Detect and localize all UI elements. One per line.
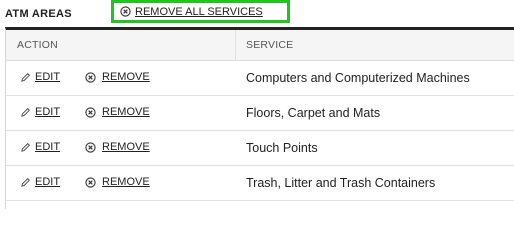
remove-label: REMOVE — [102, 176, 150, 188]
edit-label: EDIT — [35, 141, 61, 153]
service-name: Trash, Litter and Trash Containers — [246, 176, 436, 190]
edit-button[interactable]: EDIT — [20, 141, 60, 153]
pencil-icon — [21, 142, 30, 152]
edit-button[interactable]: EDIT — [20, 106, 60, 118]
edit-label: EDIT — [35, 176, 61, 188]
service-name: Computers and Computerized Machines — [246, 71, 470, 85]
remove-label: REMOVE — [102, 141, 150, 153]
table-row: EDIT REMOVE Trash, Litter and Trash Cont… — [6, 166, 514, 201]
edit-label: EDIT — [35, 71, 61, 83]
remove-button[interactable]: REMOVE — [85, 106, 150, 118]
edit-button[interactable]: EDIT — [20, 71, 60, 83]
column-divider — [235, 30, 236, 60]
table-header: ACTION SERVICE — [6, 30, 514, 61]
close-circle-icon — [85, 141, 96, 153]
close-circle-icon — [85, 106, 96, 118]
remove-all-services-label: REMOVE ALL SERVICES — [135, 5, 263, 18]
edit-label: EDIT — [35, 106, 61, 118]
table-row: EDIT REMOVE Floors, Carpet and Mats — [6, 96, 514, 131]
remove-button[interactable]: REMOVE — [85, 141, 150, 153]
table-row: EDIT REMOVE Computers and Computerized M… — [6, 61, 514, 96]
service-name: Touch Points — [246, 141, 318, 155]
header-action: ACTION — [17, 39, 58, 51]
close-circle-icon — [85, 71, 96, 83]
edit-button[interactable]: EDIT — [20, 176, 60, 188]
service-name: Floors, Carpet and Mats — [246, 106, 381, 120]
remove-button[interactable]: REMOVE — [85, 176, 150, 188]
services-table: ACTION SERVICE EDIT REMOVE Computers and… — [5, 27, 514, 209]
remove-all-services-button[interactable]: REMOVE ALL SERVICES — [111, 0, 290, 23]
section-title: ATM AREAS — [5, 8, 72, 20]
close-circle-icon — [85, 176, 96, 188]
pencil-icon — [21, 177, 30, 187]
table-row: EDIT REMOVE Touch Points — [6, 131, 514, 166]
pencil-icon — [21, 107, 30, 117]
pencil-icon — [21, 72, 30, 82]
close-circle-icon — [120, 6, 131, 17]
remove-label: REMOVE — [102, 71, 150, 83]
header-service: SERVICE — [246, 39, 294, 51]
remove-label: REMOVE — [102, 106, 150, 118]
remove-button[interactable]: REMOVE — [85, 71, 150, 83]
